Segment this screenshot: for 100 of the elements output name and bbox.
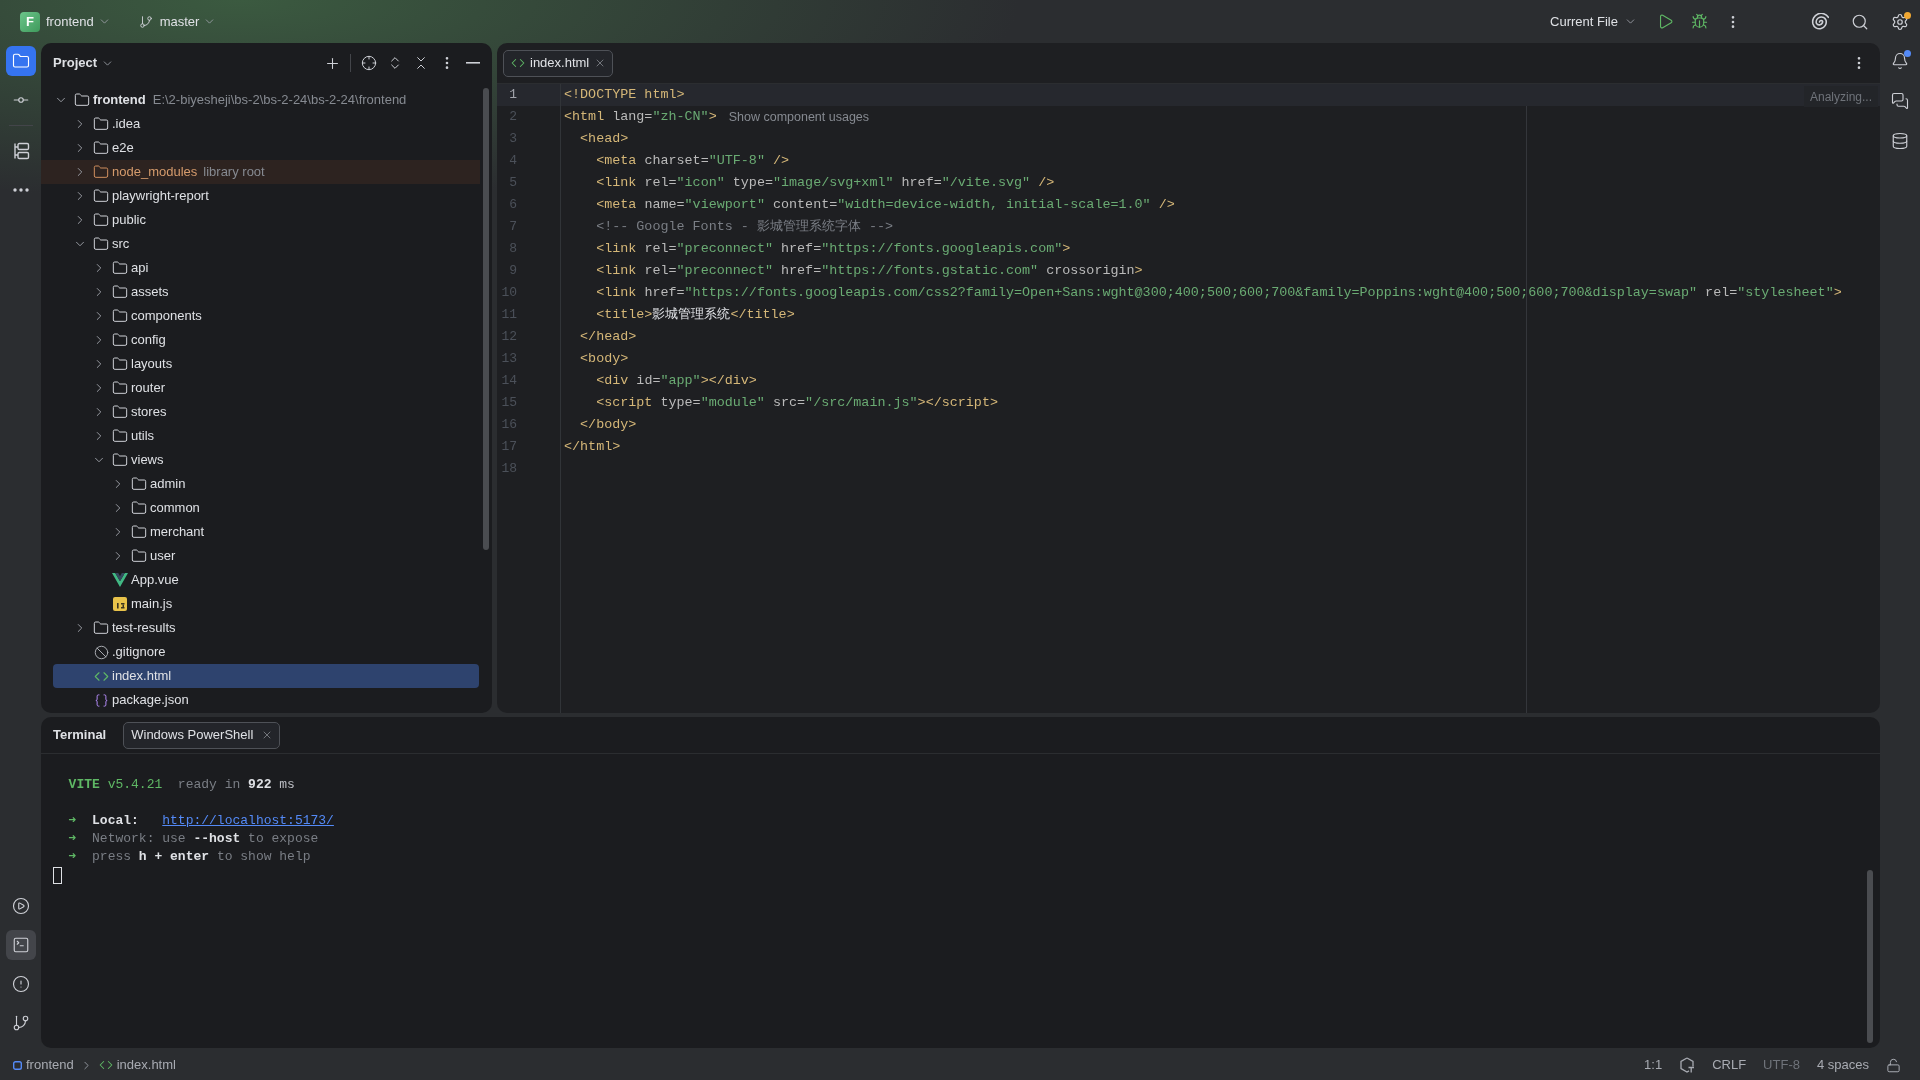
folder-icon [93, 212, 109, 228]
tool-window-button[interactable] [5, 930, 36, 960]
tree-item[interactable]: layouts [53, 352, 479, 376]
tree-item[interactable]: playwright-report [53, 184, 479, 208]
folder-icon [112, 260, 128, 276]
project-avatar: F [20, 11, 40, 32]
tree-item[interactable]: router [53, 376, 479, 400]
scrollbar-thumb[interactable] [483, 88, 489, 550]
code-line: <!-- Google Fonts - 影城管理系统字体 --> [596, 217, 893, 236]
status-widget[interactable] [1886, 1057, 1901, 1073]
editor-tab[interactable]: index.html [503, 49, 614, 77]
folder-icon [11, 52, 30, 70]
tree-item[interactable]: test-results [53, 616, 479, 640]
code-line: </html> [564, 437, 621, 456]
code-line: <link href="https://fonts.googleapis.com/css2?family=Open+Sans:wght@300;400;500;600;700&family=Poppins:wght@400;500;600;700&display=swap" rel="stylesheet"> [596, 283, 1842, 302]
tree-item[interactable]: config [53, 328, 479, 352]
unlocked-icon [1886, 1057, 1901, 1073]
code-line: <link rel="preconnect" href="https://fonts.gstatic.com" crossorigin> [596, 261, 1143, 280]
js-file-icon [113, 597, 127, 611]
terminal-icon [11, 936, 30, 954]
project-selector[interactable]: F frontend [20, 7, 111, 36]
branch-icon [11, 1014, 30, 1032]
code-line: <title>影城管理系统</title> [596, 305, 795, 324]
folder-icon [93, 188, 109, 204]
terminal-cursor-icon [53, 866, 62, 884]
tree-item[interactable]: index.html [53, 664, 479, 688]
tree-item[interactable]: src [53, 232, 479, 256]
spiral-icon [1811, 12, 1829, 31]
folder-icon [131, 548, 147, 564]
code-line: <meta charset="UTF-8" /> [596, 151, 790, 170]
terminal-link[interactable]: http://localhost:5173/ [162, 813, 334, 829]
exclamation-circle-icon [11, 975, 30, 993]
code-line: <div id="app"></div> [596, 371, 757, 390]
crosshair-icon [361, 55, 377, 71]
folder-icon [131, 524, 147, 540]
code-line: </body> [580, 415, 637, 434]
scrollbar-thumb[interactable] [1867, 870, 1873, 1043]
tree-item[interactable]: api [53, 256, 479, 280]
tree-item[interactable]: admin [53, 472, 479, 496]
folder-icon [112, 452, 128, 468]
structure-icon [11, 142, 30, 160]
tree-item[interactable]: .idea [53, 112, 479, 136]
tree-item[interactable]: common [53, 496, 479, 520]
code-line: <script type="module" src="/src/main.js"></script> [596, 393, 998, 412]
search-icon [1851, 12, 1869, 31]
prohibited-icon [93, 644, 109, 660]
tree-item[interactable]: main.js [53, 592, 479, 616]
code-line: </head> [580, 327, 637, 346]
tree-item[interactable]: merchant [53, 520, 479, 544]
code-line: <!DOCTYPE html> [564, 85, 685, 104]
tree-item[interactable]: user [53, 544, 479, 568]
status-widget[interactable]: CRLF [1712, 1055, 1747, 1075]
minimize-icon [466, 62, 480, 64]
braces-icon [93, 692, 109, 708]
breadcrumb[interactable]: frontend [13, 1055, 74, 1075]
status-widget[interactable] [1679, 1057, 1696, 1073]
branch-icon [138, 14, 153, 29]
code-line: <link rel="icon" type="image/svg+xml" href="/vite.svg" /> [596, 173, 1055, 192]
bug-icon [1690, 13, 1708, 30]
module-icon [13, 1060, 22, 1070]
inlay-hint[interactable]: Show component usages [728, 107, 870, 127]
tool-window-button[interactable] [5, 46, 36, 76]
tree-item[interactable]: App.vue [53, 568, 479, 592]
vue-file-icon [112, 573, 128, 587]
folder-icon [131, 476, 147, 492]
folder-icon [112, 332, 128, 348]
play-circle-icon [11, 897, 30, 915]
tree-item[interactable]: stores [53, 400, 479, 424]
tree-item[interactable]: .gitignore [53, 640, 479, 664]
tree-item[interactable]: assets [53, 280, 479, 304]
breadcrumb[interactable]: index.html [98, 1055, 176, 1075]
folder-icon [93, 140, 109, 156]
tree-item[interactable]: views [53, 448, 479, 472]
more-icon [12, 188, 29, 192]
tree-item[interactable]: frontend E:\2-biyesheji\bs-2\bs-2-24\bs-2-24\frontend [53, 88, 479, 112]
code-line: <head> [580, 129, 629, 148]
folder-icon [112, 284, 128, 300]
tree-item[interactable]: public [53, 208, 479, 232]
terminal-line: ➜ Local: http://localhost:5173/ [68, 812, 334, 831]
folder-icon [93, 164, 109, 180]
hexagon-icon [1679, 1057, 1696, 1073]
tree-item[interactable]: package.json [53, 688, 479, 712]
tree-item[interactable]: components [53, 304, 479, 328]
code-line: <body> [580, 349, 629, 368]
folder-icon [112, 356, 128, 372]
status-widget[interactable]: 1:1 [1644, 1055, 1663, 1075]
code-line: <link rel="preconnect" href="https://fonts.googleapis.com"> [596, 239, 1071, 258]
tree-item[interactable]: e2e [53, 136, 479, 160]
code-brackets-icon [511, 56, 525, 70]
branch-selector[interactable]: master [138, 7, 217, 36]
folder-icon [131, 500, 147, 516]
terminal-tab[interactable]: Windows PowerShell [123, 721, 281, 749]
panel-title-dropdown[interactable]: Project [53, 53, 115, 73]
terminal-line: VITE v5.4.21 ready in 922 ms [68, 776, 295, 795]
folder-icon [112, 404, 128, 420]
status-widget[interactable]: 4 spaces [1816, 1055, 1869, 1075]
terminal-line: ➜ press h + enter to show help [68, 848, 311, 867]
run-config-selector[interactable]: Current File [1544, 7, 1643, 36]
tree-item[interactable]: utils [53, 424, 479, 448]
folder-icon [74, 92, 90, 108]
